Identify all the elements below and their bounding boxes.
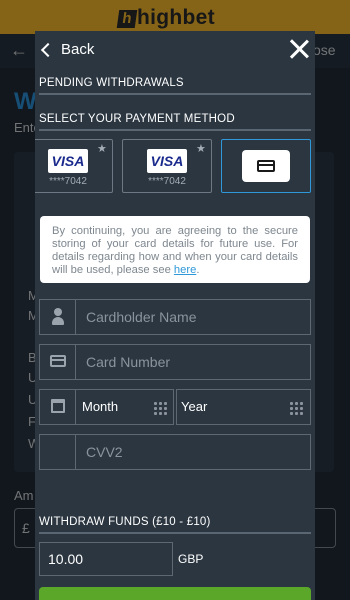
expiry-year-select[interactable]: Year xyxy=(176,389,311,425)
field-icon-cell xyxy=(40,435,76,469)
cvv-field[interactable]: CVV2 xyxy=(39,434,311,470)
field-icon-cell xyxy=(40,390,76,424)
cardholder-name-field[interactable]: Cardholder Name xyxy=(39,299,311,335)
withdraw-amount-input[interactable]: 10.00 xyxy=(39,542,173,576)
visa-logo: VISA xyxy=(147,149,187,173)
expiry-month-select[interactable]: Month xyxy=(39,389,174,425)
new-card-tile xyxy=(242,150,290,182)
star-icon[interactable]: ★ xyxy=(196,142,206,155)
credit-card-icon xyxy=(257,160,275,172)
masked-card-number: ****7042 xyxy=(49,176,87,187)
payment-method-title: SELECT YOUR PAYMENT METHOD xyxy=(39,113,235,125)
field-icon-cell xyxy=(40,300,76,334)
currency-label: GBP xyxy=(178,552,204,566)
new-card-option[interactable] xyxy=(221,139,311,193)
notice-link[interactable]: here xyxy=(174,264,196,276)
back-label: Back xyxy=(61,41,95,58)
divider xyxy=(39,129,311,131)
withdraw-modal: Back PENDING WITHDRAWALS SELECT YOUR PAY… xyxy=(35,31,315,600)
pending-withdrawals-title[interactable]: PENDING WITHDRAWALS xyxy=(39,77,184,89)
grid-icon xyxy=(153,401,167,415)
saved-card-option[interactable]: VISA ★ ****7042 xyxy=(35,139,113,193)
withdraw-amount-value: 10.00 xyxy=(48,551,84,567)
notice-end: . xyxy=(196,264,200,276)
divider xyxy=(39,532,311,534)
credit-card-icon xyxy=(50,355,66,367)
field-icon-cell xyxy=(40,345,76,379)
card-number-placeholder: Card Number xyxy=(86,354,171,370)
person-icon xyxy=(52,308,64,326)
visa-logo: VISA xyxy=(48,149,88,173)
withdraw-button[interactable] xyxy=(39,587,311,600)
masked-card-number: ****7042 xyxy=(148,176,186,187)
cvv-placeholder: CVV2 xyxy=(86,444,123,460)
cardholder-name-placeholder: Cardholder Name xyxy=(86,309,197,325)
star-icon[interactable]: ★ xyxy=(97,142,107,155)
close-icon[interactable] xyxy=(287,37,311,61)
card-storage-notice: By continuing, you are agreeing to the s… xyxy=(40,216,310,283)
card-number-field[interactable]: Card Number xyxy=(39,344,311,380)
expiry-month-label: Month xyxy=(82,399,119,414)
calendar-icon xyxy=(51,399,65,413)
divider xyxy=(39,93,311,95)
saved-card-option[interactable]: VISA ★ ****7042 xyxy=(122,139,212,193)
withdraw-funds-title: WITHDRAW FUNDS (£10 - £10) xyxy=(39,516,211,528)
grid-icon xyxy=(289,401,303,415)
expiry-year-label: Year xyxy=(181,399,208,414)
chevron-left-icon xyxy=(40,42,56,57)
back-button[interactable]: Back xyxy=(39,41,94,58)
